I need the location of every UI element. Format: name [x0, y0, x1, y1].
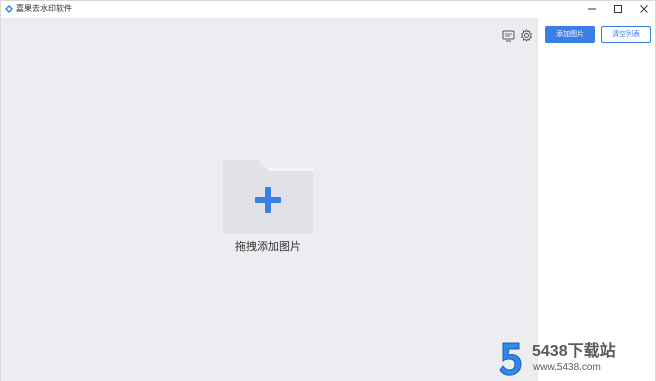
close-button[interactable] — [631, 1, 656, 17]
clear-list-button[interactable]: 清空列表 — [601, 26, 651, 43]
maximize-button[interactable] — [605, 1, 631, 17]
message-icon[interactable] — [502, 29, 515, 42]
maximize-icon — [614, 5, 622, 13]
close-icon — [640, 5, 648, 13]
site-watermark: 5438下载站 www.5438.com — [499, 341, 649, 379]
watermark-url: www.5438.com — [533, 362, 601, 373]
image-drop-zone[interactable]: 拖拽添加图片 — [1, 18, 537, 381]
watermark-title: 5438下载站 — [532, 343, 616, 360]
minimize-icon — [588, 8, 596, 10]
minimize-button[interactable] — [579, 1, 605, 17]
gear-icon[interactable] — [520, 29, 533, 42]
folder-add-icon[interactable] — [223, 160, 313, 234]
drop-label: 拖拽添加图片 — [235, 241, 301, 253]
app-logo-icon — [5, 5, 13, 13]
file-list-panel: 添加图片 清空列表 — [537, 18, 655, 381]
app-window: 嘉果去水印软件 拖拽添加图片 添加图片 清空列表 5438下载站 www.543… — [0, 0, 656, 381]
add-image-button[interactable]: 添加图片 — [545, 26, 595, 43]
watermark-logo — [499, 342, 522, 376]
window-title: 嘉果去水印软件 — [16, 4, 72, 13]
title-bar[interactable]: 嘉果去水印软件 — [1, 1, 655, 17]
